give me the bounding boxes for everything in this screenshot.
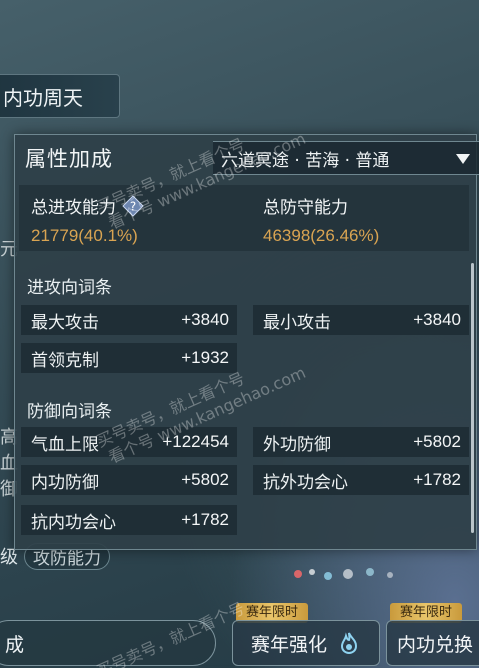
neigong-exchange-label: 内功兑换 xyxy=(397,633,474,656)
attack-section-title: 进攻向词条 xyxy=(27,278,112,298)
attr-internal-defense: 内功防御 +5802 xyxy=(21,465,237,495)
background-edge-line: 高 xyxy=(0,427,18,448)
panel-scrollbar[interactable] xyxy=(471,263,474,533)
attr-value: +3840 xyxy=(413,310,461,329)
background-edge-line: 血 xyxy=(0,453,18,474)
attr-value: +5802 xyxy=(413,432,461,451)
flame-icon xyxy=(337,630,361,656)
attr-value: +5802 xyxy=(181,470,229,489)
attr-value: +1932 xyxy=(181,348,229,367)
total-attack-value: 21779(40.1%) xyxy=(31,226,138,245)
attr-value: +3840 xyxy=(181,310,229,329)
attr-name: 最大攻击 xyxy=(31,312,99,333)
attr-max-attack: 最大攻击 +3840 xyxy=(21,305,237,335)
background-edge-text-mid: 高 血 御 xyxy=(0,425,18,505)
attr-name: 内功防御 xyxy=(31,472,99,493)
background-edge-line: 御 xyxy=(0,479,18,500)
total-stats-box: 总进攻能力 ? 21779(40.1%) 总防守能力 46398(26.46%) xyxy=(19,185,469,251)
attr-name: 外功防御 xyxy=(263,434,331,455)
attr-external-defense: 外功防御 +5802 xyxy=(253,427,469,457)
total-defense-value: 46398(26.46%) xyxy=(263,226,380,245)
panel-title: 属性加成 xyxy=(25,147,113,171)
tab-neigong-cycle[interactable]: 内功周天 xyxy=(0,74,120,118)
chevron-down-icon xyxy=(455,151,471,165)
attr-name: 抗外功会心 xyxy=(263,472,348,493)
attr-boss-counter: 首领克制 +1932 xyxy=(21,343,237,373)
attr-name: 气血上限 xyxy=(31,434,99,455)
attr-anti-internal-crit: 抗内功会心 +1782 xyxy=(21,505,237,535)
bottom-left-label: 成 xyxy=(5,633,25,656)
defense-section-title: 防御向词条 xyxy=(27,402,112,422)
total-defense-label: 总防守能力 xyxy=(263,198,348,218)
attr-name: 最小攻击 xyxy=(263,312,331,333)
annual-enhance-button[interactable]: 赛年强化 xyxy=(232,620,380,666)
attr-value: +1782 xyxy=(181,510,229,529)
attr-name: 抗内功会心 xyxy=(31,512,116,533)
attr-min-attack: 最小攻击 +3840 xyxy=(253,305,469,335)
attribute-bonus-panel: 属性加成 六道冥途 · 苦海 · 普通 总进攻能力 ? 21779(40.1%) xyxy=(14,134,479,550)
total-defense: 总防守能力 46398(26.46%) xyxy=(263,193,379,246)
tab-neigong-cycle-label: 内功周天 xyxy=(3,85,83,110)
attr-name: 首领克制 xyxy=(31,350,99,371)
orb-decoration xyxy=(294,568,393,580)
attr-value: +1782 xyxy=(413,470,461,489)
background-edge-text-top: 元 xyxy=(0,239,18,260)
attr-anti-external-crit: 抗外功会心 +1782 xyxy=(253,465,469,495)
neigong-exchange-button[interactable]: 内功兑换 xyxy=(386,620,479,666)
annual-enhance-label: 赛年强化 xyxy=(250,633,327,656)
